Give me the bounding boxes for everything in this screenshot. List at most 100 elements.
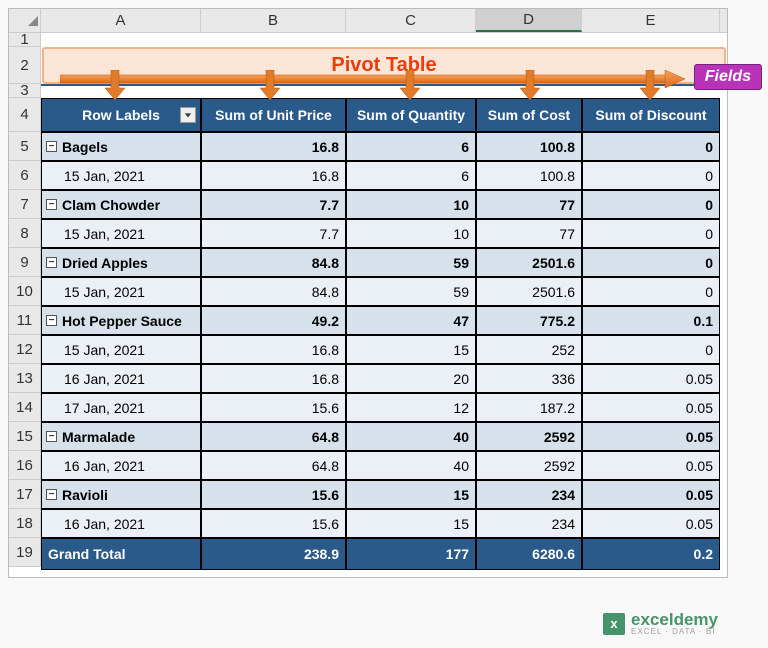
row-header-4[interactable]: 4 xyxy=(9,98,41,132)
cell[interactable]: 84.8 xyxy=(201,248,346,277)
cell[interactable]: 0 xyxy=(582,219,720,248)
cell[interactable]: 0 xyxy=(582,335,720,364)
cell[interactable]: 16.8 xyxy=(201,132,346,161)
cell[interactable]: 100.8 xyxy=(476,161,582,190)
row-header-11[interactable]: 11 xyxy=(9,306,41,335)
header-cost[interactable]: Sum of Cost xyxy=(476,98,582,132)
cell[interactable]: 2592 xyxy=(476,451,582,480)
sub-label[interactable]: 16 Jan, 2021 xyxy=(41,509,201,538)
row-header-10[interactable]: 10 xyxy=(9,277,41,306)
col-header-d[interactable]: D xyxy=(476,9,582,32)
cell[interactable]: 40 xyxy=(346,422,476,451)
cell[interactable]: 40 xyxy=(346,451,476,480)
cell[interactable]: 77 xyxy=(476,190,582,219)
cell[interactable]: 10 xyxy=(346,190,476,219)
row-header-3[interactable]: 3 xyxy=(9,84,41,98)
category-label[interactable]: −Hot Pepper Sauce xyxy=(41,306,201,335)
cell[interactable]: 0.05 xyxy=(582,451,720,480)
collapse-button[interactable]: − xyxy=(46,489,57,500)
category-label[interactable]: −Clam Chowder xyxy=(41,190,201,219)
cell[interactable]: 15.6 xyxy=(201,393,346,422)
header-quantity[interactable]: Sum of Quantity xyxy=(346,98,476,132)
cell[interactable]: 64.8 xyxy=(201,451,346,480)
row-header-17[interactable]: 17 xyxy=(9,480,41,509)
category-label[interactable]: −Dried Apples xyxy=(41,248,201,277)
cell[interactable]: 59 xyxy=(346,248,476,277)
cell[interactable]: 187.2 xyxy=(476,393,582,422)
cell[interactable]: 0.05 xyxy=(582,480,720,509)
cell[interactable]: 0.05 xyxy=(582,509,720,538)
header-row-labels[interactable]: Row Labels xyxy=(41,98,201,132)
cell[interactable]: 6 xyxy=(346,132,476,161)
cell[interactable]: 7.7 xyxy=(201,190,346,219)
row-header-18[interactable]: 18 xyxy=(9,509,41,538)
row-header-14[interactable]: 14 xyxy=(9,393,41,422)
row-header-12[interactable]: 12 xyxy=(9,335,41,364)
col-header-e[interactable]: E xyxy=(582,9,720,32)
cell[interactable]: 77 xyxy=(476,219,582,248)
cell[interactable]: 20 xyxy=(346,364,476,393)
cell[interactable]: 0.1 xyxy=(582,306,720,335)
row-header-5[interactable]: 5 xyxy=(9,132,41,161)
cell[interactable]: 0 xyxy=(582,248,720,277)
cell[interactable]: 6 xyxy=(346,161,476,190)
collapse-button[interactable]: − xyxy=(46,141,57,152)
row-header-16[interactable]: 16 xyxy=(9,451,41,480)
row-header-7[interactable]: 7 xyxy=(9,190,41,219)
filter-dropdown-button[interactable] xyxy=(180,107,196,123)
cell[interactable]: 336 xyxy=(476,364,582,393)
cell[interactable]: 234 xyxy=(476,480,582,509)
sub-label[interactable]: 15 Jan, 2021 xyxy=(41,219,201,248)
cell[interactable]: 2501.6 xyxy=(476,248,582,277)
cell[interactable]: 2592 xyxy=(476,422,582,451)
row-header-13[interactable]: 13 xyxy=(9,364,41,393)
cell[interactable]: 16.8 xyxy=(201,364,346,393)
cell[interactable]: 0 xyxy=(582,132,720,161)
sub-label[interactable]: 17 Jan, 2021 xyxy=(41,393,201,422)
cell[interactable]: 84.8 xyxy=(201,277,346,306)
cell[interactable]: 0 xyxy=(582,277,720,306)
cell[interactable]: 252 xyxy=(476,335,582,364)
cell[interactable]: 100.8 xyxy=(476,132,582,161)
category-label[interactable]: −Marmalade xyxy=(41,422,201,451)
sub-label[interactable]: 15 Jan, 2021 xyxy=(41,161,201,190)
category-label[interactable]: −Ravioli xyxy=(41,480,201,509)
row-header-19[interactable]: 19 xyxy=(9,538,41,567)
cell[interactable]: 15.6 xyxy=(201,509,346,538)
cell[interactable]: 0 xyxy=(582,161,720,190)
row-header-1[interactable]: 1 xyxy=(9,33,41,47)
cell[interactable]: 15.6 xyxy=(201,480,346,509)
sub-label[interactable]: 16 Jan, 2021 xyxy=(41,364,201,393)
sub-label[interactable]: 15 Jan, 2021 xyxy=(41,335,201,364)
cell[interactable]: 15 xyxy=(346,480,476,509)
collapse-button[interactable]: − xyxy=(46,315,57,326)
cell[interactable]: 2501.6 xyxy=(476,277,582,306)
cell[interactable]: 234 xyxy=(476,509,582,538)
cell[interactable]: 49.2 xyxy=(201,306,346,335)
cell[interactable]: 0.05 xyxy=(582,364,720,393)
col-header-a[interactable]: A xyxy=(41,9,201,32)
row-header-2[interactable]: 2 xyxy=(9,47,41,84)
cell[interactable]: 0.05 xyxy=(582,422,720,451)
row-header-15[interactable]: 15 xyxy=(9,422,41,451)
cell[interactable]: 47 xyxy=(346,306,476,335)
sub-label[interactable]: 16 Jan, 2021 xyxy=(41,451,201,480)
cell[interactable]: 7.7 xyxy=(201,219,346,248)
col-header-b[interactable]: B xyxy=(201,9,346,32)
cell[interactable]: 12 xyxy=(346,393,476,422)
header-unit-price[interactable]: Sum of Unit Price xyxy=(201,98,346,132)
cell[interactable]: 16.8 xyxy=(201,161,346,190)
category-label[interactable]: −Bagels xyxy=(41,132,201,161)
collapse-button[interactable]: − xyxy=(46,199,57,210)
cell[interactable]: 15 xyxy=(346,509,476,538)
cell[interactable]: 10 xyxy=(346,219,476,248)
cell[interactable]: 0 xyxy=(582,190,720,219)
collapse-button[interactable]: − xyxy=(46,431,57,442)
select-all-corner[interactable] xyxy=(9,9,41,32)
collapse-button[interactable]: − xyxy=(46,257,57,268)
row-header-6[interactable]: 6 xyxy=(9,161,41,190)
cell[interactable]: 0.05 xyxy=(582,393,720,422)
sub-label[interactable]: 15 Jan, 2021 xyxy=(41,277,201,306)
header-discount[interactable]: Sum of Discount xyxy=(582,98,720,132)
row-header-9[interactable]: 9 xyxy=(9,248,41,277)
